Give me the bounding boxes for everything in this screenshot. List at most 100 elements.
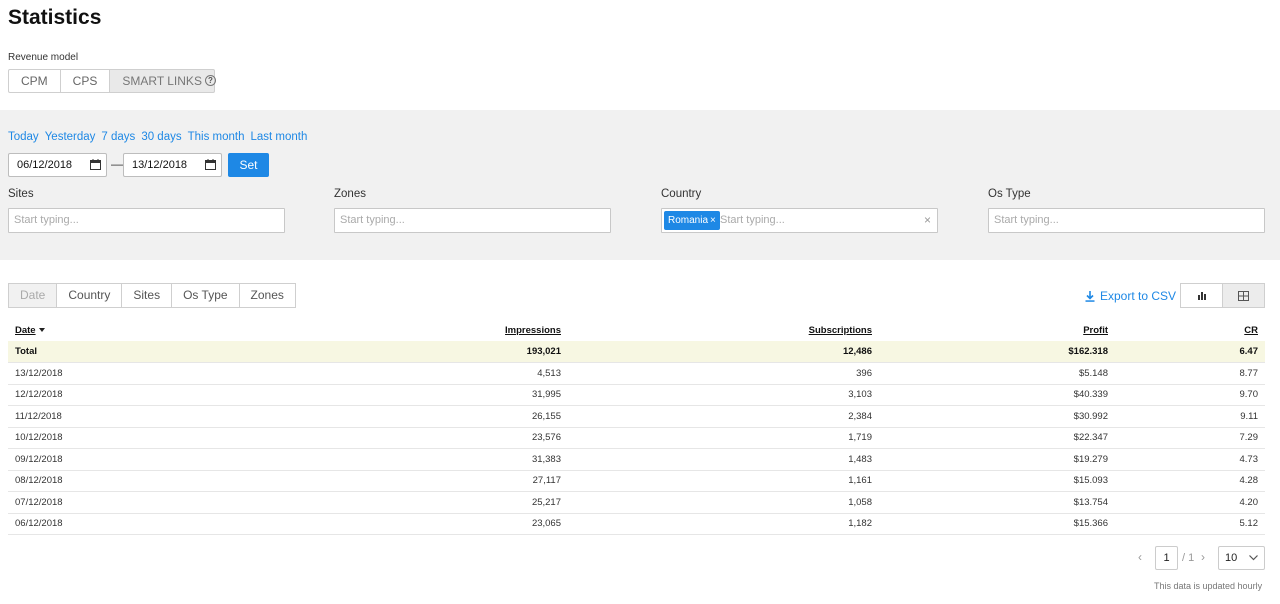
table-cell: 08/12/2018 xyxy=(8,470,148,492)
table-cell: 4.20 xyxy=(1115,491,1265,514)
table-cell: 6.47 xyxy=(1115,341,1265,363)
country-placeholder: Start typing... xyxy=(720,214,785,226)
table-cell: 09/12/2018 xyxy=(8,448,148,471)
table-cell: 23,065 xyxy=(148,513,568,535)
table-view-button[interactable] xyxy=(1222,283,1265,308)
table-row: 12/12/2018 31,995 3,103 $40.339 9.70 xyxy=(8,384,1265,406)
table-cell: 8.77 xyxy=(1115,362,1265,385)
download-icon xyxy=(1085,290,1095,302)
table-row: 06/12/2018 23,065 1,182 $15.366 5.12 xyxy=(8,513,1265,535)
quick-range-links: Today Yesterday 7 days 30 days This mont… xyxy=(8,131,307,143)
table-cell: 4.73 xyxy=(1115,448,1265,471)
table-row: 11/12/2018 26,155 2,384 $30.992 9.11 xyxy=(8,405,1265,428)
filter-panel: Today Yesterday 7 days 30 days This mont… xyxy=(0,110,1280,260)
tab-os-type[interactable]: Os Type xyxy=(171,283,240,308)
table-cell: 4,513 xyxy=(148,362,568,385)
revenue-model-toggle: CPM CPS SMART LINKS xyxy=(8,69,215,93)
date-to-input[interactable]: 13/12/2018 xyxy=(123,153,222,177)
table-total-row: Total 193,021 12,486 $162.318 6.47 xyxy=(8,341,1265,363)
zones-label: Zones xyxy=(334,188,366,200)
chart-view-button[interactable] xyxy=(1180,283,1223,308)
grid-table-icon xyxy=(1238,290,1249,301)
date-separator: — xyxy=(111,157,123,171)
table-cell: 27,117 xyxy=(148,470,568,492)
table-cell: $13.754 xyxy=(879,491,1115,514)
update-note: This data is updated hourly xyxy=(1154,581,1263,591)
sites-placeholder: Start typing... xyxy=(14,214,79,226)
chip-close-icon[interactable]: × xyxy=(710,215,716,226)
tab-zones[interactable]: Zones xyxy=(238,283,296,308)
os-type-placeholder: Start typing... xyxy=(994,214,1059,226)
quick-range-today[interactable]: Today xyxy=(8,131,39,143)
country-chip-label: Romania xyxy=(668,215,709,226)
statistics-table: Date Impressions Subscriptions Profit CR… xyxy=(8,319,1265,535)
table-cell: 23,576 xyxy=(148,427,568,449)
page-total: / 1 xyxy=(1182,552,1195,564)
table-cell: $19.279 xyxy=(879,448,1115,471)
quick-range-7-days[interactable]: 7 days xyxy=(101,131,135,143)
bar-chart-icon xyxy=(1197,292,1206,300)
quick-range-30-days[interactable]: 30 days xyxy=(141,131,181,143)
table-row: 09/12/2018 31,383 1,483 $19.279 4.73 xyxy=(8,448,1265,471)
revenue-model-cps[interactable]: CPS xyxy=(59,69,111,93)
table-cell: 1,182 xyxy=(568,513,879,535)
os-type-input[interactable]: Start typing... xyxy=(988,208,1265,233)
sites-input[interactable]: Start typing... xyxy=(8,208,285,233)
page-title: Statistics xyxy=(8,6,102,29)
table-cell: 3,103 xyxy=(568,384,879,406)
date-from-value: 06/12/2018 xyxy=(17,159,73,171)
set-button[interactable]: Set xyxy=(228,153,269,177)
table-row: 13/12/2018 4,513 396 $5.148 8.77 xyxy=(8,362,1265,385)
table-cell: 06/12/2018 xyxy=(8,513,148,535)
tab-sites[interactable]: Sites xyxy=(121,283,173,308)
table-cell: $162.318 xyxy=(879,341,1115,363)
table-cell: Total xyxy=(8,341,148,363)
export-csv-label: Export to CSV xyxy=(1100,289,1177,303)
table-cell: $30.992 xyxy=(879,405,1115,428)
revenue-model-smart-links[interactable]: SMART LINKS xyxy=(109,69,215,93)
table-cell: 31,995 xyxy=(148,384,568,406)
table-row: 08/12/2018 27,117 1,161 $15.093 4.28 xyxy=(8,470,1265,492)
date-from-input[interactable]: 06/12/2018 xyxy=(8,153,107,177)
next-page-icon[interactable]: › xyxy=(1201,550,1205,564)
country-chip-romania[interactable]: Romania × xyxy=(664,211,720,230)
export-csv-link[interactable]: Export to CSV xyxy=(1085,289,1176,303)
table-cell: 12,486 xyxy=(568,341,879,363)
quick-range-last-month[interactable]: Last month xyxy=(250,131,307,143)
date-to-value: 13/12/2018 xyxy=(132,159,188,171)
clear-icon[interactable]: × xyxy=(924,209,931,232)
table-cell: 12/12/2018 xyxy=(8,384,148,406)
column-header-date[interactable]: Date xyxy=(8,319,148,341)
view-toggle xyxy=(1180,283,1265,308)
table-cell: $15.093 xyxy=(879,470,1115,492)
table-cell: $5.148 xyxy=(879,362,1115,385)
quick-range-yesterday[interactable]: Yesterday xyxy=(45,131,96,143)
column-header-profit[interactable]: Profit xyxy=(879,319,1115,341)
table-cell: 7.29 xyxy=(1115,427,1265,449)
column-header-subscriptions[interactable]: Subscriptions xyxy=(568,319,879,341)
table-cell: 10/12/2018 xyxy=(8,427,148,449)
zones-placeholder: Start typing... xyxy=(340,214,405,226)
table-cell: 9.11 xyxy=(1115,405,1265,428)
previous-page-icon[interactable]: ‹ xyxy=(1138,550,1142,564)
country-input[interactable]: Romania × Start typing... × xyxy=(661,208,938,233)
quick-range-this-month[interactable]: This month xyxy=(188,131,245,143)
table-cell: 31,383 xyxy=(148,448,568,471)
revenue-model-cpm[interactable]: CPM xyxy=(8,69,61,93)
table-cell: 1,161 xyxy=(568,470,879,492)
current-page-input[interactable]: 1 xyxy=(1155,546,1178,570)
column-header-impressions[interactable]: Impressions xyxy=(148,319,568,341)
question-circle-icon[interactable]: ? xyxy=(205,75,216,86)
group-by-tabs: Date Country Sites Os Type Zones xyxy=(8,283,296,308)
table-cell: $15.366 xyxy=(879,513,1115,535)
table-cell: 396 xyxy=(568,362,879,385)
per-page-select[interactable]: 10 xyxy=(1218,546,1265,570)
table-cell: 9.70 xyxy=(1115,384,1265,406)
tab-date[interactable]: Date xyxy=(8,283,58,308)
zones-input[interactable]: Start typing... xyxy=(334,208,611,233)
chevron-down-icon xyxy=(1249,555,1258,561)
table-cell: 11/12/2018 xyxy=(8,405,148,428)
column-header-cr[interactable]: CR xyxy=(1115,319,1265,341)
tab-country[interactable]: Country xyxy=(56,283,123,308)
table-row: 07/12/2018 25,217 1,058 $13.754 4.20 xyxy=(8,491,1265,514)
